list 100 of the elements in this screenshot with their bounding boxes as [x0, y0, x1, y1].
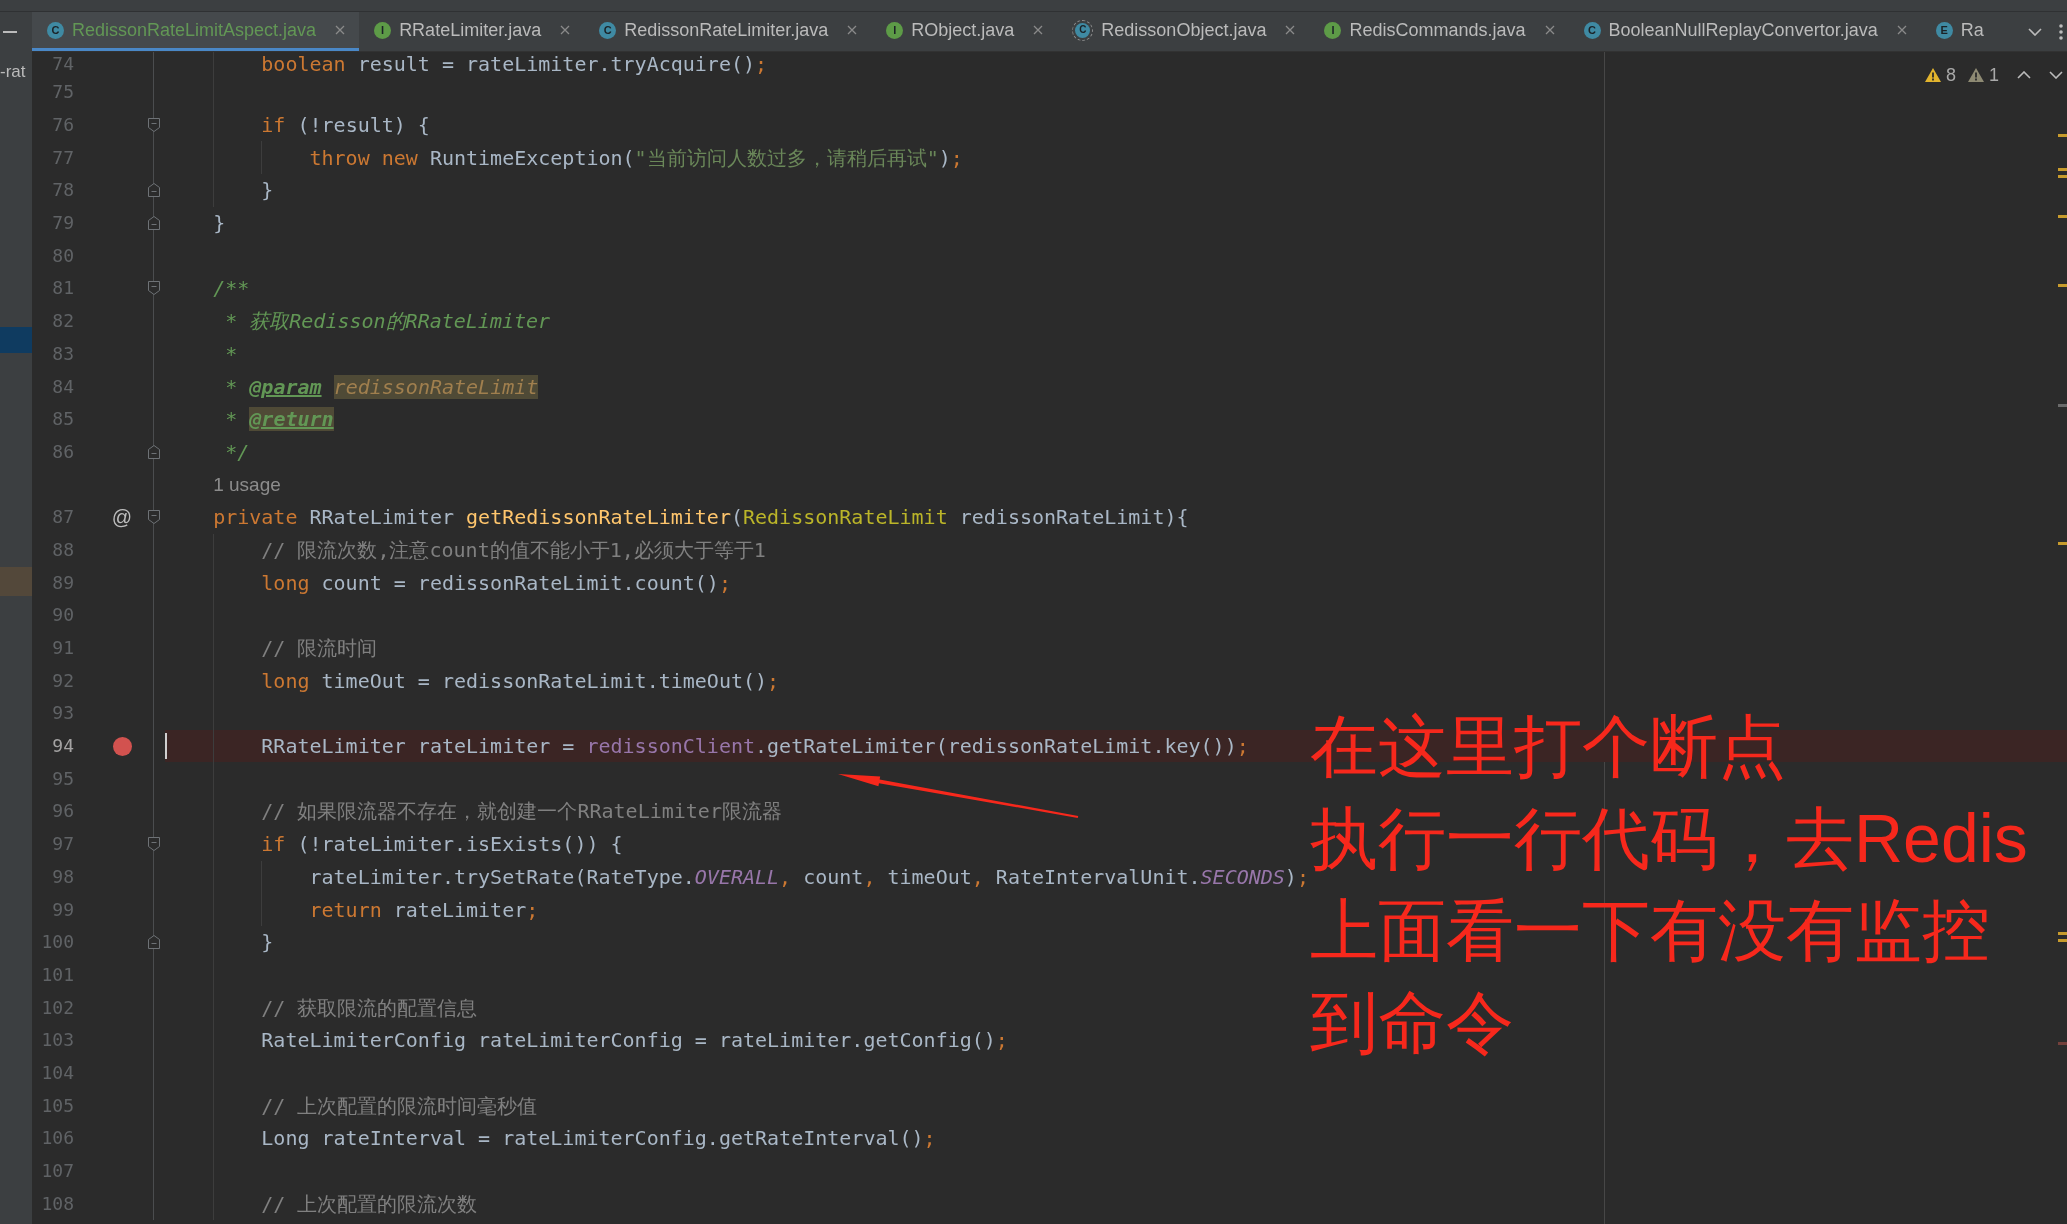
- line-number: 93: [52, 702, 74, 725]
- code-line: rateLimiter.trySetRate(RateType.OVERALL, count, timeOut, RateIntervalUnit.SECONDS);: [309, 864, 1309, 889]
- line-number: 95: [52, 767, 74, 790]
- line-number: 91: [52, 637, 74, 660]
- breakpoint-icon[interactable]: [112, 736, 132, 756]
- code-line: return rateLimiter;: [309, 897, 539, 922]
- editor-tab[interactable]: C RedissonRateLimiter.java: [584, 12, 872, 51]
- inspection-counter[interactable]: 1: [1968, 66, 1999, 84]
- line-number: 83: [52, 342, 74, 365]
- line-number: 75: [52, 81, 74, 104]
- file-type-badge: C: [47, 21, 64, 39]
- code-line: private RRateLimiter getRedissonRateLimiter(RedissonRateLimit redissonRateLimit){: [213, 505, 1189, 530]
- fold-icon[interactable]: [147, 509, 161, 526]
- editor-tab[interactable]: C RedissonRateLimitAspect.java: [32, 12, 360, 51]
- more-icon[interactable]: [2059, 23, 2063, 40]
- code-line: * @return: [225, 407, 334, 432]
- chevron-up-icon[interactable]: [2017, 71, 2031, 79]
- close-icon[interactable]: [1285, 25, 1296, 35]
- line-number: 98: [52, 865, 74, 888]
- line-number: 108: [41, 1192, 74, 1215]
- code-line: Long rateInterval = rateLimiterConfig.getRateInterval();: [261, 1126, 936, 1151]
- code-line: }: [261, 930, 274, 955]
- stripe-marker: [2058, 542, 2067, 545]
- fold-icon[interactable]: [147, 443, 161, 460]
- line-number: 101: [41, 963, 74, 986]
- file-type-badge: C: [599, 21, 617, 39]
- code-line: * @param redissonRateLimit: [225, 374, 539, 399]
- close-icon[interactable]: [1033, 25, 1044, 35]
- editor-tab[interactable]: C RedissonObject.java: [1057, 12, 1310, 51]
- line-number: 79: [52, 212, 74, 235]
- stripe-marker: [2058, 1042, 2067, 1045]
- code-line: RRateLimiter rateLimiter = redissonClient.getRateLimiter(redissonRateLimit.key());: [261, 734, 1249, 759]
- file-type-badge: I: [374, 21, 392, 39]
- code-line: // 限流次数,注意count的值不能小于1,必须大于等于1: [261, 537, 766, 562]
- line-number: 84: [52, 375, 74, 398]
- line-number: 97: [52, 833, 74, 856]
- code-line: long count = redissonRateLimit.count();: [261, 570, 731, 595]
- line-number: 92: [52, 669, 74, 692]
- code-line: // 限流时间: [261, 636, 378, 661]
- close-icon[interactable]: [1896, 25, 1907, 35]
- line-number: 85: [52, 408, 74, 431]
- file-type-badge: E: [1935, 21, 1953, 39]
- line-number: 107: [41, 1160, 74, 1183]
- line-number: 86: [52, 440, 74, 463]
- tree-row-highlight: [0, 327, 32, 353]
- line-number: 100: [41, 931, 74, 954]
- gutter-symbol[interactable]: @: [111, 506, 133, 529]
- fold-icon[interactable]: [147, 117, 161, 134]
- fold-icon[interactable]: [147, 836, 161, 853]
- stripe-marker: [2058, 168, 2067, 171]
- warning-icon: [1968, 68, 1984, 82]
- code-line: *: [225, 341, 238, 366]
- line-number: 81: [52, 277, 74, 300]
- code-line: * 获取Redisson的RRateLimiter: [225, 309, 551, 334]
- code-line: }: [213, 211, 226, 236]
- stripe-marker: [2058, 939, 2067, 942]
- line-number: 78: [52, 179, 74, 202]
- stripe-marker: [2058, 932, 2067, 935]
- file-type-badge: C: [1583, 21, 1601, 39]
- inspection-counter[interactable]: 8: [1924, 66, 1956, 84]
- file-type-badge: I: [1324, 21, 1342, 39]
- editor-tab[interactable]: I RedisCommands.java: [1309, 12, 1569, 51]
- chevron-down-icon[interactable]: [2028, 27, 2042, 36]
- close-icon[interactable]: [560, 25, 571, 35]
- chevron-down-icon[interactable]: [2049, 71, 2063, 79]
- fold-icon[interactable]: [147, 934, 161, 951]
- stripe-marker: [2058, 404, 2067, 407]
- close-icon[interactable]: [335, 25, 346, 35]
- code-line: */: [225, 439, 250, 464]
- editor-tab[interactable]: E Ra: [1920, 12, 1998, 51]
- tree-row-highlight: [0, 567, 32, 596]
- line-number: 89: [52, 571, 74, 594]
- line-number: 88: [52, 538, 74, 561]
- code-line: boolean result = rateLimiter.tryAcquire();: [261, 52, 768, 76]
- stripe-marker: [2058, 134, 2067, 137]
- annotation-text: 在这里打个断点 执行一行代码，去Redis 上面看一下有没有监控 到命令: [1310, 707, 2028, 1062]
- code-line: // 上次配置的限流时间毫秒值: [261, 1093, 538, 1118]
- close-icon[interactable]: [847, 25, 858, 35]
- stripe-marker: [2058, 215, 2067, 218]
- line-number: 96: [52, 800, 74, 823]
- editor-tab[interactable]: I RRateLimiter.java: [359, 12, 585, 51]
- editor-tab[interactable]: C BooleanNullReplayConvertor.java: [1568, 12, 1921, 51]
- usages-hint[interactable]: 1 usage: [213, 472, 281, 497]
- code-line: // 如果限流器不存在，就创建一个RRateLimiter限流器: [261, 799, 782, 824]
- close-icon[interactable]: [1544, 25, 1555, 35]
- code-line: if (!rateLimiter.isExists()) {: [261, 832, 623, 857]
- line-number: 104: [41, 1061, 74, 1084]
- fold-icon[interactable]: [147, 215, 161, 232]
- fold-icon[interactable]: [147, 182, 161, 199]
- stripe-marker: [2058, 284, 2067, 287]
- code-line: /**: [213, 276, 250, 301]
- line-number: 103: [41, 1029, 74, 1052]
- code-line: // 上次配置的限流次数: [261, 1191, 478, 1216]
- line-number: 105: [41, 1094, 74, 1117]
- warning-icon: [1924, 68, 1941, 82]
- code-line: if (!result) {: [261, 113, 430, 138]
- fold-icon[interactable]: [147, 280, 161, 297]
- stripe-marker: [2058, 175, 2067, 178]
- editor-tab[interactable]: I RObject.java: [871, 12, 1058, 51]
- line-number: 76: [52, 114, 74, 137]
